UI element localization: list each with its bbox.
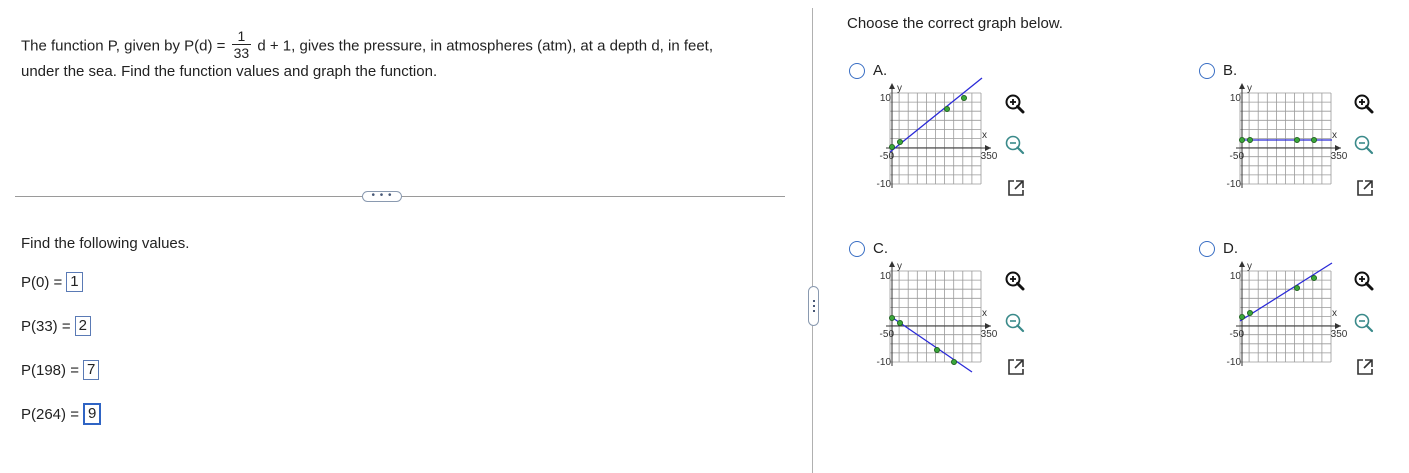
- x-axis-label: x: [1332, 130, 1337, 141]
- plotted-point: [1238, 314, 1245, 321]
- open-new-window-icon[interactable]: [1005, 356, 1027, 378]
- fraction-denominator: 33: [231, 44, 252, 61]
- plotted-point: [1311, 137, 1318, 144]
- plotted-point: [1294, 284, 1301, 291]
- tick-label-ymin: -10: [877, 357, 892, 368]
- answer-row-p0: P(0) = 1: [21, 272, 83, 292]
- option-label: B.: [1223, 62, 1238, 79]
- tick-label-xmin: -50: [1230, 151, 1245, 162]
- tick-label-ymax: 10: [880, 93, 892, 104]
- x-axis-label: x: [982, 308, 987, 319]
- tick-label-ymax: 10: [880, 271, 892, 282]
- y-axis-arrow: [1239, 83, 1245, 89]
- problem-rest: d + 1, gives the pressure, in atmosphere…: [257, 37, 714, 55]
- problem-intro: The function P, given by P(d) =: [21, 37, 226, 55]
- answer-box-p0[interactable]: 1: [66, 272, 83, 292]
- zoom-out-icon[interactable]: [1004, 312, 1026, 334]
- plotted-point: [1238, 137, 1245, 144]
- more-options-button[interactable]: • • •: [362, 191, 402, 202]
- find-values-label: Find the following values.: [21, 235, 190, 252]
- tick-label-ymin: -10: [1227, 179, 1242, 190]
- zoom-in-icon[interactable]: [1353, 93, 1375, 115]
- zoom-out-icon[interactable]: [1004, 134, 1026, 156]
- answer-label: P(264) =: [21, 405, 79, 423]
- plotted-point: [934, 347, 941, 354]
- plotted-point: [961, 94, 968, 101]
- tick-label-ymin: -10: [877, 179, 892, 190]
- plotted-point: [944, 105, 951, 112]
- plotted-point: [888, 144, 895, 151]
- fraction: 1 33: [231, 28, 252, 61]
- zoom-in-icon[interactable]: [1004, 93, 1026, 115]
- plotted-point: [897, 139, 904, 146]
- tick-label-xmin: -50: [880, 151, 895, 162]
- y-axis-arrow: [889, 83, 895, 89]
- problem-line-1: The function P, given by P(d) = 1 33 d +…: [21, 28, 714, 63]
- x-axis-label: x: [1332, 308, 1337, 319]
- open-new-window-icon[interactable]: [1354, 356, 1376, 378]
- plotted-point: [951, 359, 958, 366]
- radio-option-d[interactable]: [1199, 241, 1215, 257]
- question-panel: The function P, given by P(d) = 1 33 d +…: [0, 0, 800, 473]
- radio-option-b[interactable]: [1199, 63, 1215, 79]
- answer-row-p198: P(198) = 7: [21, 360, 100, 380]
- tick-label-xmin: -50: [880, 329, 895, 340]
- answer-row-p264: P(264) = 9: [21, 403, 102, 425]
- tick-label-xmin: -50: [1230, 329, 1245, 340]
- plotted-point: [888, 315, 895, 322]
- tick-label-xmax: 350: [981, 151, 998, 162]
- answer-box-p33[interactable]: 2: [74, 316, 91, 336]
- plotted-point: [1247, 137, 1254, 144]
- option-label: D.: [1223, 240, 1238, 257]
- plotted-point: [1247, 310, 1254, 317]
- zoom-out-icon[interactable]: [1353, 134, 1375, 156]
- zoom-in-icon[interactable]: [1004, 270, 1026, 292]
- graph-b: y x 10 -10 -50 350: [1227, 83, 1348, 190]
- zoom-out-icon[interactable]: [1353, 312, 1375, 334]
- y-axis-arrow: [1239, 261, 1245, 267]
- radio-option-a[interactable]: [849, 63, 865, 79]
- tick-label-xmax: 350: [981, 329, 998, 340]
- function-line: [1239, 262, 1333, 322]
- open-new-window-icon[interactable]: [1354, 177, 1376, 199]
- fraction-numerator: 1: [237, 28, 246, 44]
- graph-d: y x 10 -10 -50 350: [1227, 261, 1348, 368]
- x-axis-label: x: [982, 130, 987, 141]
- y-axis-label: y: [897, 261, 902, 272]
- tick-label-ymax: 10: [1230, 271, 1242, 282]
- option-label: A.: [873, 62, 888, 79]
- y-axis-arrow: [889, 261, 895, 267]
- open-new-window-icon[interactable]: [1005, 177, 1027, 199]
- tick-label-ymax: 10: [1230, 93, 1242, 104]
- tick-label-xmax: 350: [1331, 329, 1348, 340]
- plotted-point: [1294, 137, 1301, 144]
- radio-option-c[interactable]: [849, 241, 865, 257]
- answer-row-p33: P(33) = 2: [21, 316, 91, 336]
- answer-box-p264[interactable]: 9: [82, 403, 102, 425]
- tick-label-ymin: -10: [1227, 357, 1242, 368]
- y-axis-label: y: [1247, 83, 1252, 94]
- plotted-point: [1311, 274, 1318, 281]
- function-line: [889, 77, 983, 153]
- panel-resize-handle[interactable]: [808, 286, 819, 326]
- choose-graph-prompt: Choose the correct graph below.: [847, 15, 1063, 32]
- problem-line-2: under the sea. Find the function values …: [21, 63, 438, 80]
- answer-box-p198[interactable]: 7: [82, 360, 100, 380]
- option-label: C.: [873, 240, 888, 257]
- plotted-point: [897, 320, 904, 327]
- answer-label: P(198) =: [21, 361, 79, 379]
- graph-a: y x 10 -10 -50 350: [877, 77, 998, 190]
- graph-c: y x 10 -10 -50 350: [877, 261, 998, 373]
- y-axis-label: y: [1247, 261, 1252, 272]
- y-axis-label: y: [897, 83, 902, 94]
- zoom-in-icon[interactable]: [1353, 270, 1375, 292]
- answer-label: P(33) =: [21, 317, 71, 335]
- tick-label-xmax: 350: [1331, 151, 1348, 162]
- answer-label: P(0) =: [21, 273, 63, 291]
- panel-separator: [812, 8, 813, 473]
